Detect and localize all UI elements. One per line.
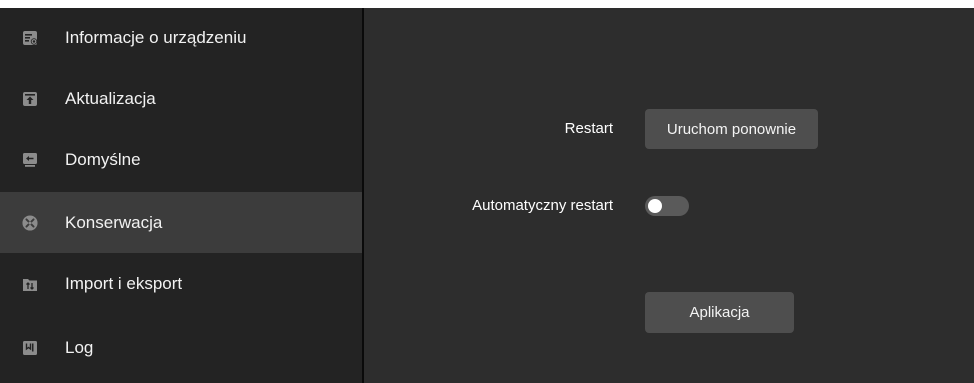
sidebar-item-log[interactable]: Log xyxy=(0,317,362,378)
sidebar: Informacje o urządzeniu Aktualizacja Dom… xyxy=(0,8,362,383)
restart-label: Restart xyxy=(564,120,613,137)
sidebar-item-defaults[interactable]: Domyślne xyxy=(0,129,362,190)
sidebar-item-label: Aktualizacja xyxy=(65,88,156,108)
toggle-knob xyxy=(648,199,662,213)
restart-button[interactable]: Uruchom ponownie xyxy=(645,109,818,149)
tools-icon xyxy=(22,214,38,231)
apply-button[interactable]: Aplikacja xyxy=(645,292,794,333)
sidebar-item-label: Import i eksport xyxy=(65,273,183,293)
auto-restart-toggle[interactable] xyxy=(645,196,689,216)
sidebar-item-label: Log xyxy=(65,337,94,357)
sidebar-item-import-export[interactable]: Import i eksport xyxy=(0,253,362,314)
import-export-icon xyxy=(22,276,38,292)
sidebar-item-label: Domyślne xyxy=(65,149,141,169)
sidebar-item-update[interactable]: Aktualizacja xyxy=(0,68,362,129)
upload-icon xyxy=(22,91,38,107)
device-info-icon xyxy=(22,30,38,46)
sidebar-item-maintenance[interactable]: Konserwacja xyxy=(0,192,362,253)
sidebar-item-label: Informacje o urządzeniu xyxy=(65,27,247,47)
sidebar-item-label: Konserwacja xyxy=(65,212,163,232)
restore-default-icon xyxy=(22,152,38,168)
auto-restart-label: Automatyczny restart xyxy=(472,197,613,214)
sidebar-item-device-info[interactable]: Informacje o urządzeniu xyxy=(0,8,362,68)
log-icon xyxy=(22,340,38,356)
